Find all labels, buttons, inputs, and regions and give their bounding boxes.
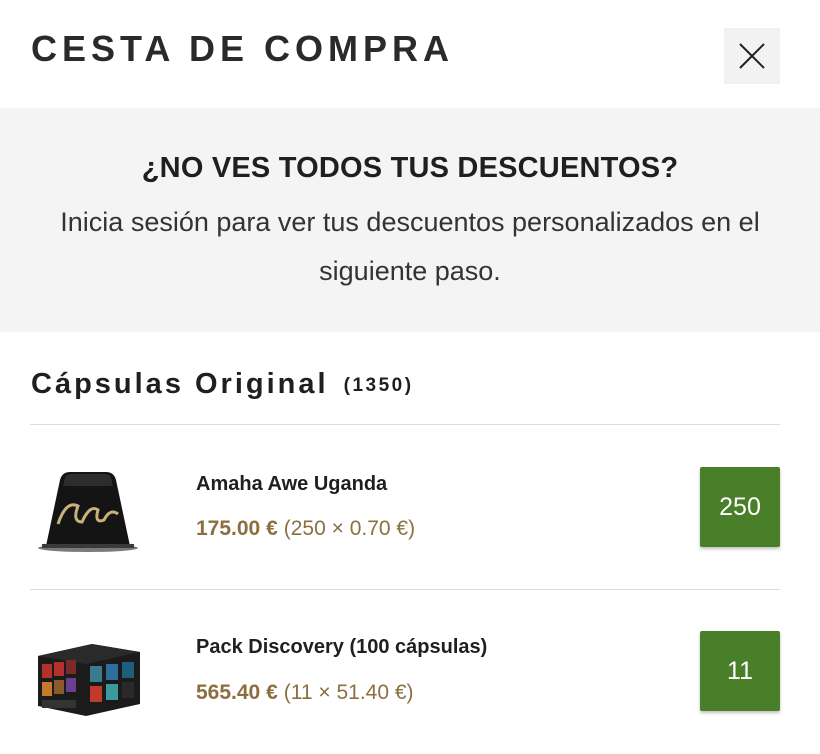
- capsule-image: [32, 464, 144, 564]
- close-icon: [739, 43, 765, 69]
- cart-item: Amaha Awe Uganda 175.00 € (250 × 0.70 €) …: [0, 440, 820, 590]
- close-button[interactable]: [724, 28, 780, 84]
- item-price-calc: (11 × 51.40 €): [283, 681, 414, 704]
- section-title-label: Cápsulas Original: [31, 368, 329, 400]
- item-price-calc: (250 × 0.70 €): [283, 517, 416, 540]
- cart-item: Pack Discovery (100 cápsulas) 565.40 € (1…: [0, 604, 820, 754]
- item-price-amount: 565.40 €: [196, 681, 278, 704]
- divider: [30, 424, 780, 425]
- item-name: Pack Discovery (100 cápsulas): [196, 636, 488, 658]
- item-price: 175.00 € (250 × 0.70 €): [196, 517, 415, 541]
- cart-header: CESTA DE COMPRA: [0, 0, 820, 108]
- banner-text: Inicia sesión para ver tus descuentos pe…: [60, 207, 760, 286]
- section-title: Cápsulas Original (1350): [31, 368, 414, 401]
- capsule-pack-image: [32, 626, 144, 726]
- item-price: 565.40 € (11 × 51.40 €): [196, 681, 414, 705]
- item-name: Amaha Awe Uganda: [196, 473, 388, 495]
- divider: [30, 589, 780, 590]
- banner-heading: ¿NO VES TODOS TUS DESCUENTOS?: [141, 152, 679, 184]
- item-price-amount: 175.00 €: [196, 517, 278, 540]
- quantity-button[interactable]: 250: [700, 467, 780, 547]
- quantity-button[interactable]: 11: [700, 631, 780, 711]
- discount-banner: ¿NO VES TODOS TUS DESCUENTOS? Inicia ses…: [0, 108, 820, 332]
- page-title: CESTA DE COMPRA: [31, 28, 455, 69]
- section-count: (1350): [343, 375, 414, 396]
